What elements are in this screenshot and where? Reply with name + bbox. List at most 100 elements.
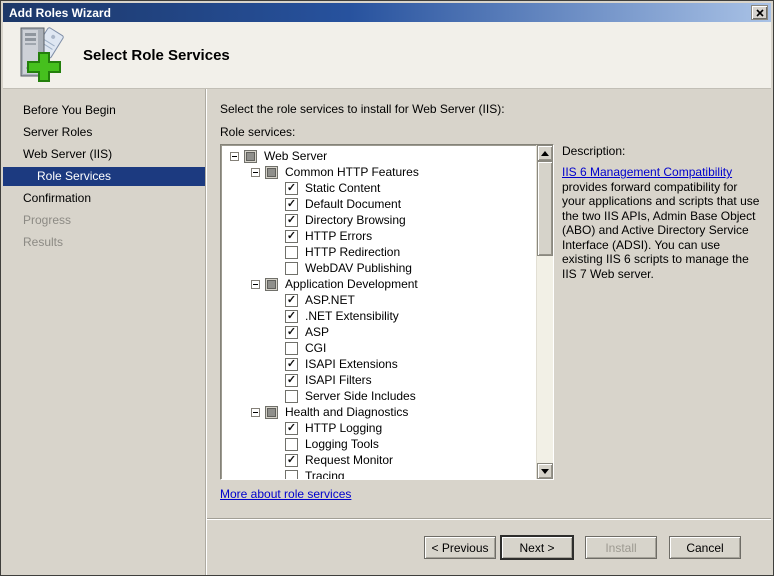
description-panel: Description: IIS 6 Management Compatibil… [562,144,768,480]
scroll-down-arrow-icon [541,469,549,474]
checkbox-checked[interactable] [285,454,298,467]
tree-row-webdav-publishing: WebDAV Publishing [221,260,553,276]
tree-node-label[interactable]: HTTP Errors [305,229,372,243]
tree-row-http-errors: HTTP Errors [221,228,553,244]
tree-row-web-server: Web Server [221,148,553,164]
tree-node-label[interactable]: ASP [305,325,329,339]
checkbox-checked[interactable] [285,310,298,323]
role-services-tree: Web Server Common HTTP Features Static Con… [220,144,554,480]
checkbox-checked[interactable] [285,326,298,339]
scroll-up-button[interactable] [537,145,553,161]
sidebar-item-confirmation[interactable]: Confirmation [3,187,205,209]
tree-row-server-side-includes: Server Side Includes [221,388,553,404]
checkbox-unchecked[interactable] [285,438,298,451]
checkbox-checked[interactable] [285,182,298,195]
tree-row-http-redirection: HTTP Redirection [221,244,553,260]
more-about-role-services-link[interactable]: More about role services [220,487,351,501]
checkbox-partial[interactable] [244,150,257,163]
checkbox-unchecked[interactable] [285,262,298,275]
tree-row-asp: ASP [221,324,553,340]
collapse-expander-icon[interactable] [251,168,260,177]
tree-row-request-monitor: Request Monitor [221,452,553,468]
collapse-expander-icon[interactable] [251,408,260,417]
sidebar-item-progress: Progress [3,209,205,231]
tree-row-static-content: Static Content [221,180,553,196]
checkbox-partial[interactable] [265,166,278,179]
role-services-label: Role services: [220,125,771,139]
tree-node-label[interactable]: Logging Tools [305,437,379,451]
wizard-button-bar: < PreviousNext > Install Cancel [207,520,771,575]
tree-node-label[interactable]: Default Document [305,197,401,211]
tree-row-health-and-diagnostics: Health and Diagnostics [221,404,553,420]
checkbox-partial[interactable] [265,278,278,291]
checkbox-unchecked[interactable] [285,390,298,403]
tree-node-label[interactable]: .NET Extensibility [305,309,399,323]
tree-node-label[interactable]: Web Server [264,149,327,163]
tree-row-asp-net: ASP.NET [221,292,553,308]
scrollbar-thumb[interactable] [537,161,553,256]
sidebar-item-server-roles[interactable]: Server Roles [3,121,205,143]
sidebar-item-role-services[interactable]: Role Services [3,167,205,186]
tree-node-label[interactable]: CGI [305,341,326,355]
checkbox-checked[interactable] [285,230,298,243]
checkbox-checked[interactable] [285,358,298,371]
tree-node-label[interactable]: Static Content [305,181,380,195]
scroll-down-button[interactable] [537,463,553,479]
cancel-button[interactable]: Cancel [669,536,741,559]
checkbox-checked[interactable] [285,198,298,211]
sidebar-item-web-server-iis-[interactable]: Web Server (IIS) [3,143,205,165]
tree-row-directory-browsing: Directory Browsing [221,212,553,228]
description-text: provides forward compatibility for your … [562,180,759,281]
window-title: Add Roles Wizard [9,6,751,20]
checkbox-unchecked[interactable] [285,246,298,259]
tree-row-isapi-extensions: ISAPI Extensions [221,356,553,372]
sidebar-item-before-you-begin[interactable]: Before You Begin [3,99,205,121]
checkbox-checked[interactable] [285,374,298,387]
checkbox-checked[interactable] [285,294,298,307]
checkbox-unchecked[interactable] [285,342,298,355]
previous-button[interactable]: < Previous [424,536,496,559]
wizard-header: Select Role Services [3,22,771,89]
close-button[interactable] [751,5,768,20]
scroll-up-arrow-icon [541,151,549,156]
checkbox-partial[interactable] [265,406,278,419]
collapse-expander-icon[interactable] [230,152,239,161]
tree-node-label[interactable]: Tracing [305,469,345,480]
tree-row-http-logging: HTTP Logging [221,420,553,436]
tree-node-label[interactable]: Common HTTP Features [285,165,419,179]
checkbox-unchecked[interactable] [285,470,298,481]
tree-row--net-extensibility: .NET Extensibility [221,308,553,324]
collapse-expander-icon[interactable] [251,280,260,289]
tree-row-tracing: Tracing [221,468,553,480]
tree-row-default-document: Default Document [221,196,553,212]
titlebar: Add Roles Wizard [3,3,771,22]
tree-node-label[interactable]: WebDAV Publishing [305,261,412,275]
tree-node-label[interactable]: Server Side Includes [305,389,416,403]
tree-node-label[interactable]: ISAPI Extensions [305,357,398,371]
tree-scrollbar[interactable] [536,145,553,479]
page-title: Select Role Services [83,47,230,64]
description-heading: Description: [562,144,762,158]
instruction-text: Select the role services to install for … [220,102,771,116]
tree-node-label[interactable]: Directory Browsing [305,213,406,227]
tree-node-label[interactable]: Health and Diagnostics [285,405,408,419]
tree-node-label[interactable]: Request Monitor [305,453,393,467]
tree-node-label[interactable]: HTTP Redirection [305,245,400,259]
tree-node-label[interactable]: ASP.NET [305,293,355,307]
server-add-role-icon [14,26,66,84]
tree-row-cgi: CGI [221,340,553,356]
sidebar-item-results: Results [3,231,205,253]
install-button: Install [585,536,657,559]
tree-row-application-development: Application Development [221,276,553,292]
iis6-management-compatibility-link[interactable]: IIS 6 Management Compatibility [562,165,732,179]
wizard-steps-sidebar: Before You BeginServer RolesWeb Server (… [3,89,206,575]
close-icon [756,9,764,17]
tree-node-label[interactable]: HTTP Logging [305,421,382,435]
checkbox-checked[interactable] [285,422,298,435]
tree-row-logging-tools: Logging Tools [221,436,553,452]
tree-node-label[interactable]: Application Development [285,277,418,291]
next-button[interactable]: Next > [501,536,573,559]
checkbox-checked[interactable] [285,214,298,227]
tree-row-common-http-features: Common HTTP Features [221,164,553,180]
tree-node-label[interactable]: ISAPI Filters [305,373,372,387]
